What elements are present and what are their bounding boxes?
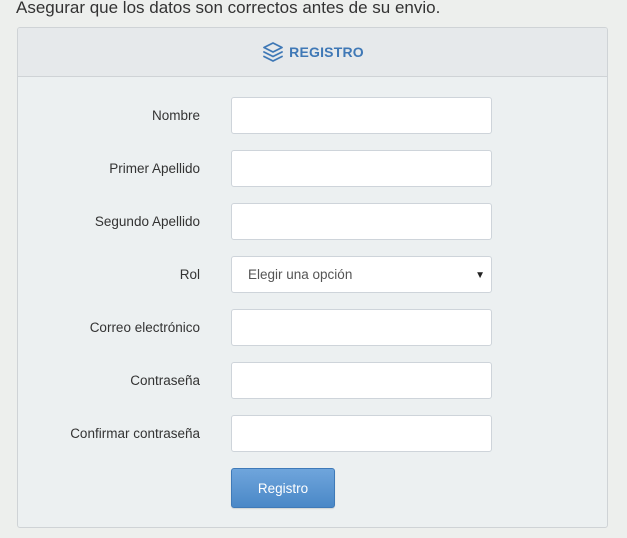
confirmar-label: Confirmar contraseña: [70, 426, 200, 441]
form-row-nombre: Nombre: [18, 97, 607, 134]
nombre-label: Nombre: [151, 108, 200, 123]
segundo-apellido-input[interactable]: [231, 203, 492, 240]
rol-label: Rol: [179, 267, 200, 282]
layers-icon: [261, 40, 285, 64]
registro-button[interactable]: Registro: [231, 468, 335, 508]
form-row-confirmar: Confirmar contraseña: [18, 415, 607, 452]
panel-title: REGISTRO: [289, 44, 364, 60]
rol-select[interactable]: Elegir una opción ▼: [231, 256, 492, 293]
contrasena-label: Contraseña: [130, 373, 200, 388]
form-row-contrasena: Contraseña: [18, 362, 607, 399]
form-row-rol: Rol Elegir una opción ▼: [18, 256, 607, 293]
nombre-input[interactable]: [231, 97, 492, 134]
primer-apellido-label: Primer Apellido: [109, 161, 200, 176]
correo-input[interactable]: [231, 309, 492, 346]
primer-apellido-input[interactable]: [231, 150, 492, 187]
confirmar-input[interactable]: [231, 415, 492, 452]
segundo-apellido-label: Segundo Apellido: [94, 214, 200, 229]
form-row-correo: Correo electrónico: [18, 309, 607, 346]
caret-down-icon: ▼: [475, 270, 485, 281]
form-row-primer-apellido: Primer Apellido: [18, 150, 607, 187]
contrasena-input[interactable]: [231, 362, 492, 399]
intro-text: Asegurar que los datos son correctos ant…: [16, 0, 441, 17]
registration-panel: REGISTRO Nombre Primer Apellido Segundo …: [17, 27, 608, 528]
correo-label: Correo electrónico: [89, 320, 200, 335]
panel-header: REGISTRO: [18, 28, 607, 77]
form-row-segundo-apellido: Segundo Apellido: [18, 203, 607, 240]
rol-selected-value: Elegir una opción: [248, 267, 353, 282]
